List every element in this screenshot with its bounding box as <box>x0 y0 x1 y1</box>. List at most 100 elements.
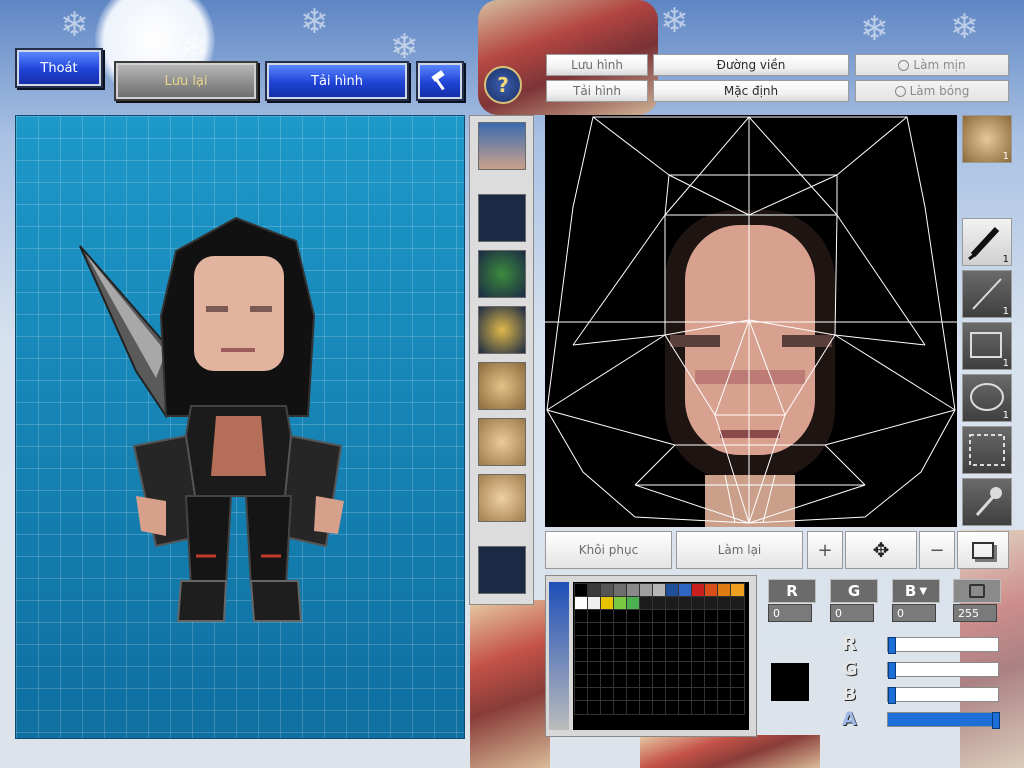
empty-slot[interactable] <box>478 546 526 594</box>
alpha-slider[interactable] <box>887 712 1000 729</box>
radio-icon <box>894 85 906 97</box>
red-channel-header: R <box>768 579 816 603</box>
tab-save-image-label: Lưu hình <box>571 58 623 72</box>
face-part-strip <box>469 115 534 605</box>
selection-icon <box>969 434 1005 466</box>
ellipse-count: 1 <box>1002 410 1009 421</box>
hammer-icon <box>431 70 445 91</box>
red-value[interactable]: 0 <box>768 604 812 622</box>
action-bar: Khôi phục Làm lại + ✥ − <box>545 531 1010 569</box>
move-arrows-icon: ✥ <box>872 538 890 562</box>
character-figure <box>79 216 344 622</box>
blue-slider[interactable] <box>887 687 999 704</box>
snowflake-icon: ❄ <box>180 27 209 67</box>
save-button[interactable]: Lưu lại <box>116 63 256 99</box>
tab-load-image-label: Tải hình <box>573 84 621 98</box>
tab-load-image[interactable]: Tải hình <box>546 80 648 102</box>
tab-default-label: Mặc định <box>723 84 779 98</box>
redo-label: Làm lại <box>717 543 762 557</box>
snowflake-icon: ❄ <box>390 27 419 67</box>
question-icon: ? <box>497 73 509 97</box>
line-tool[interactable]: 1 <box>962 270 1012 318</box>
tab-default[interactable]: Mặc định <box>653 80 849 102</box>
face-template-tool[interactable]: 1 <box>962 115 1012 163</box>
tree-icon[interactable] <box>478 250 526 298</box>
face-count: 1 <box>1002 151 1009 162</box>
character-preview-panel <box>15 115 465 739</box>
face-mesh <box>545 116 957 527</box>
smooth-toggle[interactable]: Làm mịn <box>855 54 1009 76</box>
reload-image-label: Tải hình <box>311 73 363 89</box>
red-slider-label: R <box>842 633 857 655</box>
rectangle-count: 1 <box>1002 358 1009 369</box>
reload-image-button[interactable]: Tải hình <box>267 63 407 99</box>
eyes-icon[interactable] <box>478 362 526 410</box>
character-artwork <box>640 735 820 768</box>
eyedropper-tool[interactable] <box>962 478 1012 526</box>
line-count: 1 <box>1002 306 1009 317</box>
nose-icon[interactable] <box>478 418 526 466</box>
red-slider[interactable] <box>887 637 999 654</box>
snowflake-icon: ❄ <box>300 2 329 42</box>
current-color-swatch <box>771 663 809 701</box>
alpha-slider-label: A <box>842 708 857 730</box>
snowflake-icon: ❄ <box>950 7 979 47</box>
minus-icon: − <box>929 539 945 561</box>
rectangle-tool[interactable]: 1 <box>962 322 1012 370</box>
redo-button[interactable]: Làm lại <box>676 531 803 569</box>
eyedropper-icon <box>975 487 1002 516</box>
pen-tool[interactable]: 1 <box>962 218 1012 266</box>
green-slider-label: G <box>842 658 858 680</box>
palette-page-tabs[interactable] <box>549 582 569 730</box>
color-swatch[interactable] <box>730 700 745 715</box>
face-editor-canvas[interactable] <box>545 115 957 527</box>
plus-icon: + <box>817 539 833 561</box>
outfit-icon[interactable] <box>478 306 526 354</box>
empty-slot[interactable] <box>478 194 526 242</box>
green-value[interactable]: 0 <box>830 604 874 622</box>
select-tool[interactable] <box>962 426 1012 474</box>
color-palette-panel <box>545 575 757 737</box>
restore-button[interactable]: Khôi phục <box>545 531 672 569</box>
shade-label: Làm bóng <box>909 84 970 98</box>
dropdown-icon: ▼ <box>919 585 928 597</box>
exit-label: Thoát <box>40 60 78 76</box>
save-label: Lưu lại <box>164 73 208 89</box>
blue-label: B <box>904 582 917 600</box>
ellipse-tool[interactable]: 1 <box>962 374 1012 422</box>
color-swatch-grid[interactable] <box>573 582 749 730</box>
character-artwork <box>470 600 550 768</box>
blue-value[interactable]: 0 <box>892 604 936 622</box>
shade-toggle[interactable]: Làm bóng <box>855 80 1009 102</box>
exit-button[interactable]: Thoát <box>17 50 101 86</box>
radio-icon <box>898 59 910 71</box>
window-icon <box>972 541 994 559</box>
snowflake-icon: ❄ <box>860 9 889 49</box>
alpha-channel-header <box>953 579 1001 603</box>
blue-slider-label: B <box>842 683 857 705</box>
help-button[interactable]: ? <box>484 66 522 104</box>
restore-label: Khôi phục <box>578 543 639 557</box>
zoom-in-button[interactable]: + <box>807 531 843 569</box>
snowflake-icon: ❄ <box>660 1 689 41</box>
mouth-icon[interactable] <box>478 474 526 522</box>
hammer-button[interactable] <box>418 63 462 99</box>
tool-column: 1 1 1 1 1 <box>960 115 1012 530</box>
smooth-label: Làm mịn <box>913 58 966 72</box>
alpha-value[interactable]: 255 <box>953 604 997 622</box>
layer-button[interactable] <box>957 531 1009 569</box>
zoom-out-button[interactable]: − <box>919 531 955 569</box>
face-preset-thumbnail[interactable] <box>478 122 526 170</box>
tab-outline-label: Đường viền <box>716 58 786 72</box>
green-channel-header: G <box>830 579 878 603</box>
green-slider[interactable] <box>887 662 999 679</box>
tab-outline[interactable]: Đường viền <box>653 54 849 76</box>
lock-icon <box>969 584 985 598</box>
blue-channel-header: B ▼ <box>892 579 940 603</box>
red-label: R <box>786 582 798 600</box>
snowflake-icon: ❄ <box>60 5 89 45</box>
pen-count: 1 <box>1002 254 1009 265</box>
tab-save-image[interactable]: Lưu hình <box>546 54 648 76</box>
move-button[interactable]: ✥ <box>845 531 917 569</box>
green-label: G <box>847 582 861 600</box>
